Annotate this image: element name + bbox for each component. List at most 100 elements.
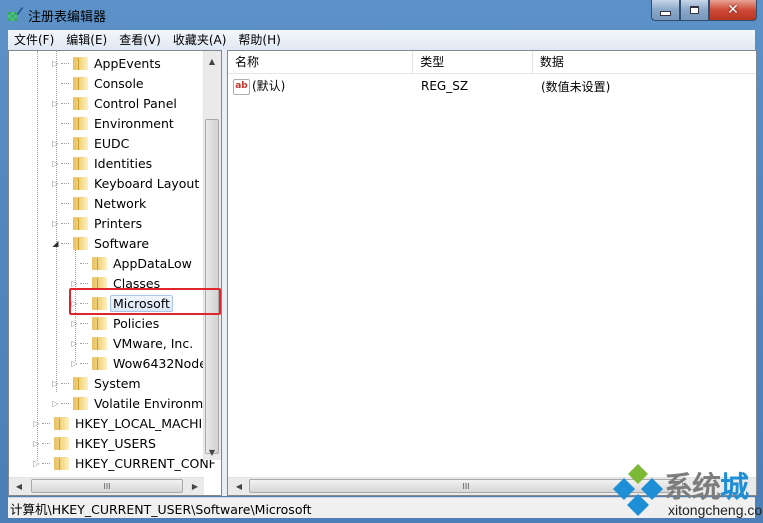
menu-file[interactable]: 文件(F) xyxy=(8,30,60,50)
scroll-left-arrow-icon[interactable]: ◀ xyxy=(11,478,27,494)
watermark-url: xitongcheng.com xyxy=(668,502,763,518)
collapsed-arrow-icon[interactable]: ▷ xyxy=(70,279,79,288)
tree-item-label[interactable]: Control Panel xyxy=(91,95,180,112)
tree-connector xyxy=(61,222,69,224)
close-button[interactable]: ✕ xyxy=(709,0,757,21)
collapsed-arrow-icon[interactable]: ▷ xyxy=(70,339,79,348)
folder-icon xyxy=(73,236,88,250)
menu-view[interactable]: 查看(V) xyxy=(113,30,167,50)
tree-item-label[interactable]: AppEvents xyxy=(91,55,164,72)
watermark-text: 系统城 xyxy=(664,464,749,506)
tree-connector xyxy=(61,82,69,84)
folder-icon xyxy=(73,136,88,150)
tree-item-label[interactable]: HKEY_USERS xyxy=(72,435,159,452)
tree-item-label[interactable]: HKEY_LOCAL_MACHINE xyxy=(72,415,221,432)
collapsed-arrow-icon[interactable]: ▷ xyxy=(51,59,60,68)
tree-connector xyxy=(80,322,88,324)
column-header-type[interactable]: 类型 xyxy=(413,51,533,73)
tree-item[interactable]: Environment xyxy=(51,113,177,133)
tree-item-label[interactable]: AppDataLow xyxy=(110,255,195,272)
tree-connector xyxy=(61,242,69,244)
scroll-down-arrow-icon[interactable]: ▼ xyxy=(204,444,220,460)
collapsed-arrow-icon[interactable]: ▷ xyxy=(70,319,79,328)
scroll-up-arrow-icon[interactable]: ▲ xyxy=(204,53,220,69)
values-list[interactable]: 名称 类型 数据 ab (默认) REG_SZ (数值未设置) ◀ III xyxy=(227,50,757,496)
collapsed-arrow-icon[interactable]: ▷ xyxy=(51,379,60,388)
tree-item[interactable]: ▷ EUDC xyxy=(51,133,132,153)
tree-vertical-scrollbar[interactable]: ▲ ▼ xyxy=(203,51,221,460)
table-row[interactable]: ab (默认) REG_SZ (数值未设置) xyxy=(228,75,734,97)
folder-icon xyxy=(73,376,88,390)
tree-item-label[interactable]: Software xyxy=(91,235,152,252)
tree-item[interactable]: ▷ HKEY_CURRENT_CONF xyxy=(32,453,219,473)
window-title: 注册表编辑器 xyxy=(28,10,107,25)
tree-item[interactable]: ▷ System xyxy=(51,373,144,393)
column-header-data[interactable]: 数据 xyxy=(533,51,756,73)
tree-item[interactable]: ▷ Control Panel xyxy=(51,93,180,113)
tree-horizontal-scroll-thumb[interactable]: III xyxy=(31,479,183,493)
tree-connector xyxy=(61,382,69,384)
tree-item-label[interactable]: Printers xyxy=(91,215,145,232)
tree-item[interactable]: ▷ HKEY_USERS xyxy=(32,433,159,453)
tree-item-label[interactable]: Identities xyxy=(91,155,155,172)
tree-item[interactable]: ◢ Software xyxy=(51,233,152,253)
registry-editor-icon xyxy=(8,7,23,21)
tree-connector xyxy=(61,62,69,64)
watermark-logo-icon xyxy=(613,464,663,516)
minimize-button[interactable] xyxy=(651,0,680,21)
watermark-char: 系 xyxy=(664,470,693,504)
tree-item-label[interactable]: Console xyxy=(91,75,147,92)
tree-item-label[interactable]: System xyxy=(91,375,144,392)
collapsed-arrow-icon[interactable]: ▷ xyxy=(51,399,60,408)
menu-bar: 文件(F) 编辑(E) 查看(V) 收藏夹(A) 帮助(H) xyxy=(8,30,755,50)
tree-item[interactable]: AppDataLow xyxy=(70,253,195,273)
tree-item[interactable]: ▷ Policies xyxy=(70,313,162,333)
tree-item[interactable]: Network xyxy=(51,193,149,213)
tree-item[interactable]: ▷ Wow6432Node xyxy=(70,353,210,373)
collapsed-arrow-icon[interactable]: ▷ xyxy=(70,359,79,368)
maximize-button[interactable] xyxy=(680,0,709,21)
scroll-right-arrow-icon[interactable]: ▶ xyxy=(187,478,203,494)
tree-vertical-scroll-thumb[interactable] xyxy=(205,119,219,454)
tree-item[interactable]: ▷ Keyboard Layout xyxy=(51,173,202,193)
tree-item[interactable]: ▷ VMware, Inc. xyxy=(70,333,196,353)
tree-item-label[interactable]: EUDC xyxy=(91,135,132,152)
column-header-name[interactable]: 名称 xyxy=(228,51,414,73)
value-type: REG_SZ xyxy=(421,79,469,93)
menu-favorites[interactable]: 收藏夹(A) xyxy=(167,30,233,50)
scroll-left-arrow-icon[interactable]: ◀ xyxy=(231,478,247,494)
menu-help[interactable]: 帮助(H) xyxy=(232,30,286,50)
tree-item-label[interactable]: Keyboard Layout xyxy=(91,175,202,192)
collapsed-arrow-icon[interactable]: ▷ xyxy=(32,419,41,428)
tree-item[interactable]: ▷ HKEY_LOCAL_MACHINE xyxy=(32,413,221,433)
tree-item-label[interactable]: Policies xyxy=(110,315,162,332)
tree-item[interactable]: ▷ Identities xyxy=(51,153,155,173)
collapsed-arrow-icon[interactable]: ▷ xyxy=(51,159,60,168)
tree-item-label[interactable]: Network xyxy=(91,195,149,212)
value-name: (默认) xyxy=(252,79,286,94)
tree-item[interactable]: Console xyxy=(51,73,147,93)
scroll-grip: III xyxy=(462,481,470,491)
title-bar[interactable]: 注册表编辑器 ✕ xyxy=(0,0,763,28)
tree-item-label[interactable]: VMware, Inc. xyxy=(110,335,196,352)
menu-edit[interactable]: 编辑(E) xyxy=(60,30,113,50)
tree-item[interactable]: ▷ Printers xyxy=(51,213,145,233)
collapsed-arrow-icon[interactable]: ▷ xyxy=(51,99,60,108)
collapsed-arrow-icon[interactable]: ▷ xyxy=(51,179,60,188)
registry-tree[interactable]: ▷ AppEvents Console ▷ Control Panel Environme… xyxy=(8,50,222,496)
folder-icon xyxy=(73,216,88,230)
tree-item-label[interactable]: Wow6432Node xyxy=(110,355,210,372)
expanded-arrow-icon[interactable]: ◢ xyxy=(51,239,60,248)
tree-item[interactable]: ▷ AppEvents xyxy=(51,53,164,73)
watermark-char: 城 xyxy=(720,470,749,504)
tree-item-label[interactable]: HKEY_CURRENT_CONF xyxy=(72,455,219,472)
tree-item-label[interactable]: Environment xyxy=(91,115,177,132)
tree-horizontal-scrollbar[interactable]: ◀ III ▶ xyxy=(9,477,204,495)
list-header: 名称 类型 数据 xyxy=(228,51,756,74)
tree-item[interactable]: ▷ Volatile Environmen xyxy=(51,393,221,413)
collapsed-arrow-icon[interactable]: ▷ xyxy=(32,459,41,468)
collapsed-arrow-icon[interactable]: ▷ xyxy=(32,439,41,448)
collapsed-arrow-icon[interactable]: ▷ xyxy=(51,139,60,148)
folder-icon xyxy=(73,96,88,110)
collapsed-arrow-icon[interactable]: ▷ xyxy=(51,219,60,228)
